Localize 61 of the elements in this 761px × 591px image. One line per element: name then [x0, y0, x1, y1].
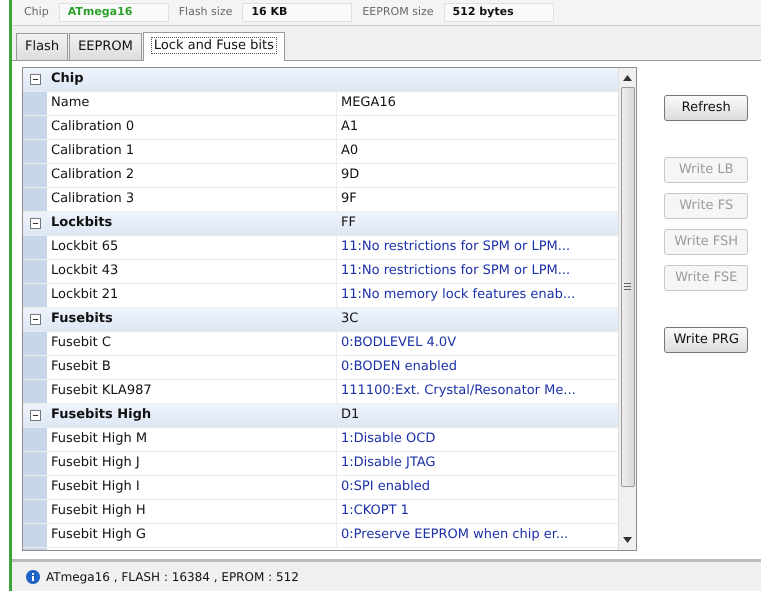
property-value[interactable]: 111100:Ext. Crystal/Resonator Me...: [337, 380, 618, 402]
refresh-button[interactable]: Refresh: [664, 94, 748, 120]
property-value[interactable]: 0:BODEN enabled: [337, 356, 618, 378]
property-value[interactable]: 1:CKOPT 1: [337, 500, 618, 522]
property-value[interactable]: 1:Disable JTAG: [337, 452, 618, 474]
scroll-thumb[interactable]: [620, 86, 635, 486]
grip-icon: [624, 283, 632, 290]
property-value[interactable]: 0:BODLEVEL 4.0V: [337, 332, 618, 354]
property-value[interactable]: 11:No memory lock features enab...: [337, 284, 618, 306]
property-name: Calibration 0: [47, 116, 337, 138]
property-name: Fusebit High M: [47, 428, 337, 450]
field-value: 512 bytes: [444, 3, 554, 22]
field-label: Chip: [24, 4, 49, 20]
property-value: A1: [340, 118, 360, 136]
category-name: Fusebits High: [50, 406, 152, 424]
category-name: Lockbits: [50, 214, 114, 232]
property-name: Fusebit High J: [47, 452, 337, 474]
info-icon: [26, 570, 40, 584]
category-value: D1: [341, 406, 360, 424]
property-value[interactable]: 1:Disable OCD: [337, 428, 618, 450]
property-name: Lockbit 65: [47, 236, 337, 258]
property-name: Calibration 3: [47, 188, 337, 210]
property-name: Fusebit B: [47, 356, 337, 378]
tab[interactable]: Lock and Fuse bits: [142, 32, 285, 60]
category-name: Fusebits: [50, 310, 114, 328]
write-button[interactable]: Write PRG: [664, 326, 748, 352]
field-label: Flash size: [178, 4, 232, 20]
field-value: ATmega16: [58, 3, 169, 22]
collapse-icon[interactable]: [30, 74, 40, 84]
field-label: EEPROM size: [362, 4, 434, 20]
category-name: Chip: [50, 70, 85, 88]
property-value: 9F: [340, 190, 358, 208]
scrollbar[interactable]: [618, 68, 636, 550]
property-value: MEGA16: [340, 94, 397, 112]
tab[interactable]: EEPROM: [69, 33, 142, 60]
property-name: Fusebit High H: [47, 500, 337, 522]
collapse-icon[interactable]: [30, 314, 40, 324]
scroll-down-icon[interactable]: [623, 536, 632, 542]
property-name: Lockbit 43: [47, 260, 337, 282]
property-value[interactable]: 11:No restrictions for SPM or LPM...: [337, 236, 618, 258]
property-name: Fusebit High G: [47, 524, 337, 546]
category-value: 3C: [341, 310, 358, 328]
property-name: Fusebit KLA987: [47, 380, 337, 402]
property-value[interactable]: 0:SPI enabled: [337, 476, 618, 498]
tab[interactable]: Flash: [16, 33, 68, 60]
category-value: FF: [341, 214, 356, 232]
collapse-icon[interactable]: [30, 218, 40, 228]
collapse-icon[interactable]: [30, 410, 40, 420]
property-value: 9D: [340, 166, 360, 184]
property-name: Calibration 2: [47, 164, 337, 186]
property-name: Fusebit C: [47, 332, 337, 354]
scroll-up-icon[interactable]: [623, 74, 632, 80]
property-name: Name: [47, 92, 337, 114]
property-value: A0: [340, 142, 360, 160]
property-value[interactable]: 11:No restrictions for SPM or LPM...: [337, 260, 618, 282]
property-name: Lockbit 21: [47, 284, 337, 306]
property-name: Calibration 1: [47, 140, 337, 162]
field-value: 16 KB: [242, 3, 352, 22]
property-name: Fusebit High I: [47, 476, 337, 498]
status-text: ATmega16 , FLASH : 16384 , EPROM : 512: [46, 568, 299, 586]
property-value[interactable]: 0:Preserve EEPROM when chip er...: [337, 524, 618, 546]
